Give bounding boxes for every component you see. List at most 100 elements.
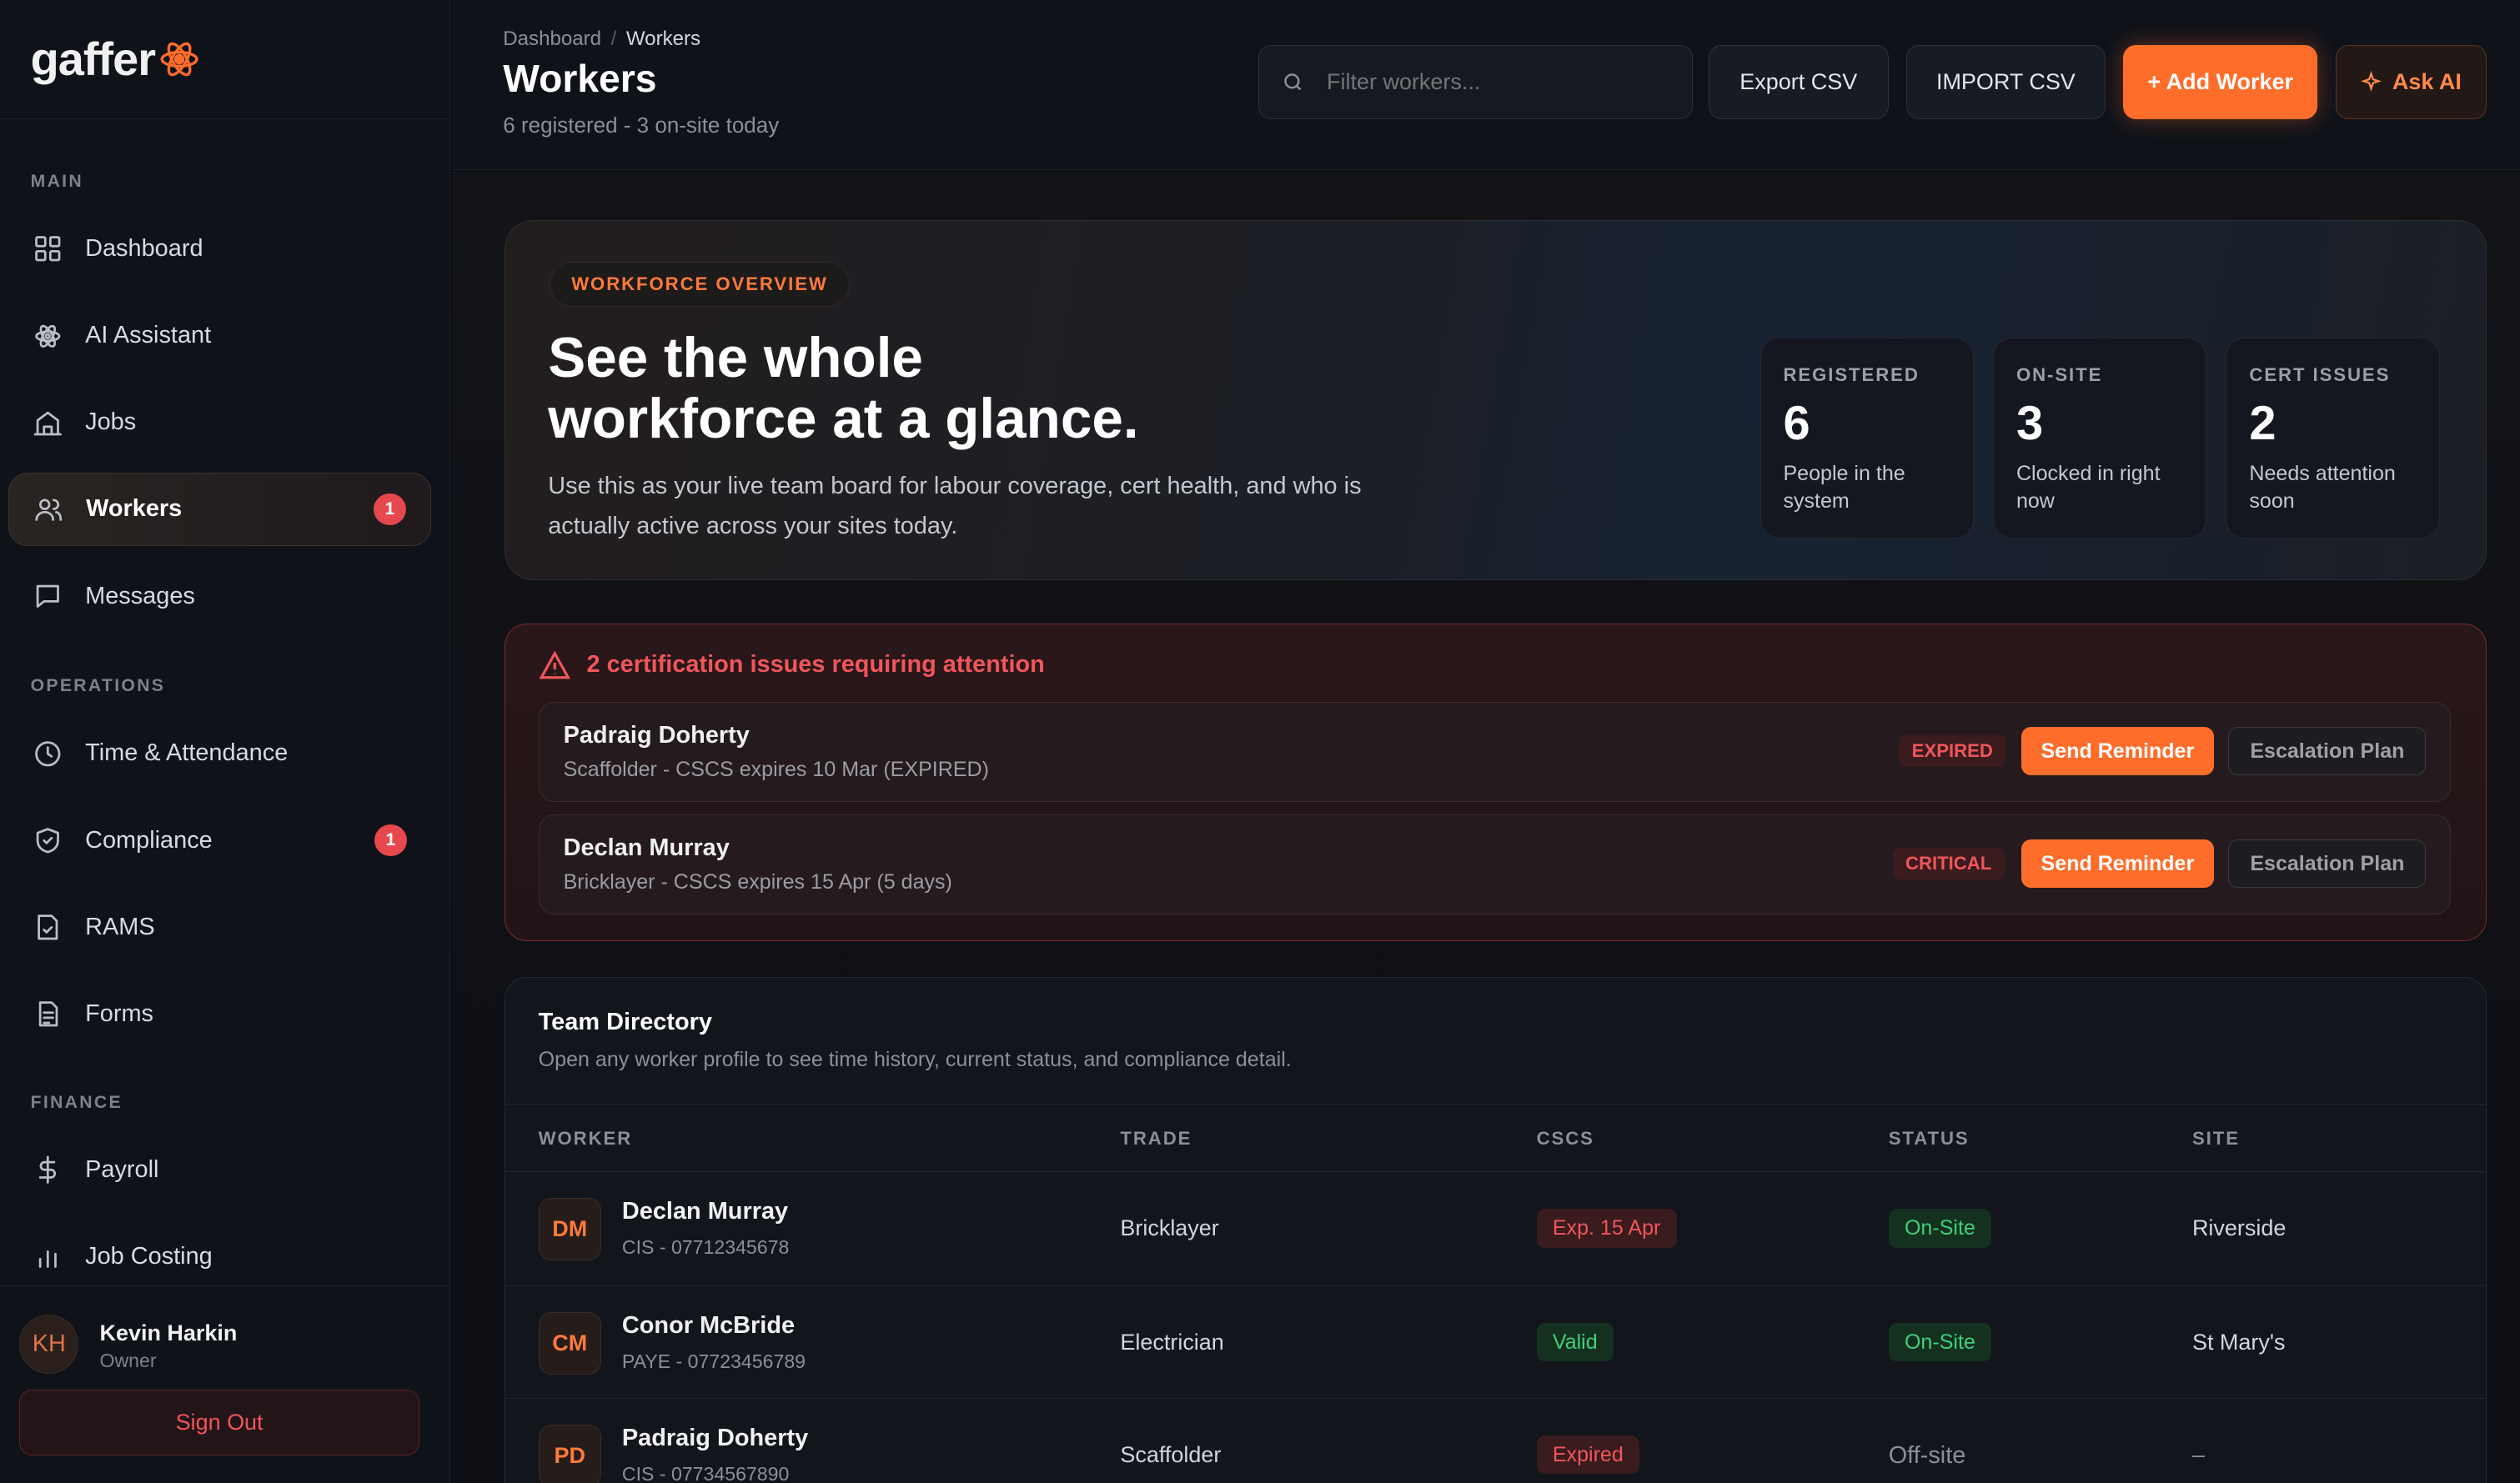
stat-value: 3 [2015, 397, 2044, 451]
sidebar-item-label: Payroll [85, 1155, 159, 1183]
sidebar-item-label: Jobs [85, 408, 137, 436]
sidebar-item-ai-assistant[interactable]: AI Assistant [8, 298, 431, 373]
stat-value: 2 [2249, 397, 2277, 451]
escalation-plan-button[interactable]: Escalation Plan [2228, 727, 2427, 775]
escalation-plan-button[interactable]: Escalation Plan [2228, 839, 2427, 888]
search-icon [1284, 73, 1302, 91]
search-input[interactable] [1327, 68, 1664, 95]
message-icon [33, 581, 63, 612]
stat-sub: Needs attention soon [2249, 462, 2396, 513]
column-header-worker[interactable]: WORKER [539, 1128, 633, 1150]
sidebar-item-workers[interactable]: Workers 1 [8, 472, 431, 547]
worker-site: – [2191, 1441, 2205, 1467]
directory-title: Team Directory [538, 1009, 712, 1036]
sidebar-item-time-attendance[interactable]: Time & Attendance [8, 717, 431, 791]
directory-subtitle: Open any worker profile to see time hist… [538, 1047, 1292, 1071]
worker-avatar: CM [538, 1311, 601, 1375]
stat-sub: Clocked in right now [2015, 462, 2161, 513]
sparkle-icon [2361, 70, 2382, 92]
form-icon [33, 999, 63, 1030]
sidebar-item-messages[interactable]: Messages [8, 559, 431, 634]
hero-desc-line2: actually active across your sites today. [548, 513, 958, 540]
expired-tag: EXPIRED [1899, 734, 2006, 768]
status-badge: On-Site [1888, 1209, 1992, 1248]
stat-cert-issues: CERT ISSUES 2 Needs attention soon [2226, 337, 2440, 539]
sign-out-button[interactable]: Sign Out [19, 1390, 420, 1456]
alert-worker-desc: Scaffolder - CSCS expires 10 Mar (EXPIRE… [563, 757, 989, 781]
alert-row[interactable]: Padraig Doherty Scaffolder - CSCS expire… [538, 702, 2452, 802]
cscs-badge: Valid [1536, 1323, 1614, 1362]
sidebar-item-rams[interactable]: RAMS [8, 890, 431, 964]
grid-icon [33, 233, 63, 264]
hero-description: Use this as your live team board for lab… [548, 466, 1361, 546]
column-header-status[interactable]: STATUS [1889, 1128, 1970, 1150]
stat-sub: People in the system [1783, 462, 1905, 513]
stat-label: CERT ISSUES [2249, 363, 2391, 385]
breadcrumb-dashboard[interactable]: Dashboard [503, 28, 601, 51]
sidebar-item-label: Compliance [85, 826, 213, 854]
users-icon [33, 494, 64, 525]
sidebar-item-dashboard[interactable]: Dashboard [8, 212, 431, 286]
worker-contact: PAYE - 07723456789 [621, 1350, 806, 1372]
avatar[interactable]: KH [19, 1314, 79, 1374]
breadcrumb-current: Workers [625, 27, 701, 50]
alert-worker-name: Padraig Doherty [563, 722, 750, 749]
alert-header: 2 certification issues requiring attenti… [539, 649, 1045, 682]
hero-title: See the whole workforce at a glance. [548, 328, 1138, 449]
worker-site: Riverside [2191, 1215, 2287, 1241]
column-header-cscs[interactable]: CSCS [1537, 1128, 1594, 1150]
sidebar-item-forms[interactable]: Forms [8, 977, 431, 1051]
worker-name: Conor McBride [621, 1311, 796, 1339]
column-header-site[interactable]: SITE [2192, 1128, 2240, 1150]
warning-icon [539, 650, 570, 679]
column-header-trade[interactable]: TRADE [1120, 1128, 1192, 1150]
worker-trade: Scaffolder [1120, 1441, 1222, 1467]
alert-row[interactable]: Declan Murray Bricklayer - CSCS expires … [538, 814, 2452, 914]
table-row[interactable]: DM Declan Murray CIS - 07712345678 Brick… [506, 1171, 2485, 1285]
alert-worker-name: Declan Murray [563, 834, 730, 862]
sidebar-item-jobs[interactable]: Jobs [8, 386, 431, 460]
sidebar-item-compliance[interactable]: Compliance 1 [8, 804, 431, 878]
page-title: Workers [503, 57, 657, 101]
worker-trade: Bricklayer [1120, 1215, 1219, 1241]
alert-worker-desc: Bricklayer - CSCS expires 15 Apr (5 days… [563, 869, 952, 894]
worker-site: St Mary's [2191, 1329, 2286, 1355]
cscs-badge: Expired [1536, 1435, 1640, 1475]
critical-tag: CRITICAL [1892, 847, 2005, 880]
user-role: Owner [99, 1350, 157, 1372]
send-reminder-button[interactable]: Send Reminder [2021, 727, 2215, 775]
worker-name: Padraig Doherty [621, 1424, 809, 1451]
app-logo[interactable]: gaffer [0, 0, 449, 119]
sidebar-item-label: Workers [86, 495, 183, 523]
import-csv-button[interactable]: IMPORT CSV [1905, 44, 2106, 119]
search-box[interactable] [1258, 44, 1693, 119]
app-name: gaffer [30, 33, 156, 86]
worker-avatar: PD [538, 1424, 601, 1483]
table-row[interactable]: PD Padraig Doherty CIS - 07734567890 Sca… [506, 1397, 2485, 1483]
section-label-main: MAIN [30, 172, 83, 192]
hero-title-line2: workforce at a glance. [548, 388, 1139, 451]
dollar-icon [33, 1155, 63, 1185]
breadcrumb: Dashboard / Workers [503, 28, 700, 51]
stat-registered: REGISTERED 6 People in the system [1759, 337, 1974, 539]
add-worker-button[interactable]: + Add Worker [2123, 44, 2318, 119]
shield-icon [33, 825, 63, 856]
stat-on-site: ON-SITE 3 Clocked in right now [1992, 337, 2207, 539]
table-row[interactable]: CM Conor McBride PAYE - 07723456789 Elec… [506, 1285, 2485, 1400]
document-check-icon [33, 912, 63, 943]
atom-logo-icon [160, 42, 198, 77]
export-csv-button[interactable]: Export CSV [1708, 44, 1889, 119]
sidebar-item-job-costing[interactable]: Job Costing [8, 1220, 431, 1294]
send-reminder-button[interactable]: Send Reminder [2021, 839, 2215, 888]
status-badge: On-Site [1888, 1323, 1992, 1362]
worker-trade: Electrician [1120, 1329, 1224, 1355]
sidebar-item-label: Dashboard [85, 235, 203, 263]
page-subtitle: 6 registered - 3 on-site today [503, 112, 780, 138]
sidebar-item-label: Time & Attendance [85, 739, 289, 767]
sidebar-item-payroll[interactable]: Payroll [8, 1133, 431, 1207]
clock-icon [33, 739, 63, 769]
breadcrumb-separator: / [610, 27, 617, 50]
stat-value: 6 [1783, 397, 1810, 451]
ask-ai-button[interactable]: Ask AI [2335, 44, 2487, 119]
compliance-count-badge: 1 [374, 824, 407, 857]
